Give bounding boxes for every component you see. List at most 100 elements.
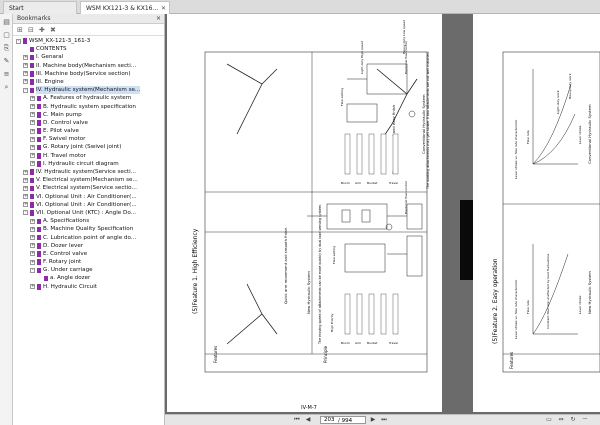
expand-icon[interactable]: +	[30, 95, 35, 101]
bookmark-item[interactable]: + E. Pilot valve	[13, 127, 164, 135]
bookmark-icon	[37, 95, 41, 102]
bookmark-item[interactable]: + VI. Optional Unit : Air Conditioner(...	[13, 201, 164, 209]
expand-icon[interactable]: +	[30, 120, 35, 126]
expand-icon[interactable]: +	[30, 251, 35, 257]
expand-icon[interactable]: +	[30, 259, 35, 265]
bookmark-item[interactable]: + B. Hydraulic system specification	[13, 103, 164, 111]
expand-icon[interactable]: +	[23, 63, 28, 69]
bookmark-item[interactable]: + E. Control valve	[13, 250, 164, 258]
bookmark-panel-icon[interactable]: ▤	[2, 18, 11, 27]
bookmark-item[interactable]: a. Angle dozer	[13, 274, 164, 282]
bookmark-item[interactable]: + F. Swivel motor	[13, 135, 164, 143]
page-number-input[interactable]: 203 / 994	[320, 416, 366, 424]
bookmark-icon	[30, 87, 34, 94]
bookmark-label: CONTENTS	[36, 46, 67, 53]
tab-bar: Start WSM KX121-3 & KX16... ✕	[0, 0, 600, 14]
bookmark-item[interactable]: - G. Under carriage	[13, 266, 164, 274]
layers-icon[interactable]: ≡	[2, 70, 11, 79]
expand-icon[interactable]: +	[30, 153, 35, 159]
collapse-icon[interactable]: -	[23, 210, 28, 216]
bookmark-label: VI. Optional Unit : Air Conditioner(...	[36, 193, 137, 200]
fit-page-icon[interactable]: ▭	[545, 416, 553, 424]
first-page-icon[interactable]: ⏮	[293, 416, 301, 424]
bookmarks-header: Bookmarks ×	[13, 14, 164, 24]
expand-icon[interactable]: +	[30, 226, 35, 232]
bookmark-item[interactable]: + I. Genaral	[13, 53, 164, 61]
tab-start[interactable]: Start	[3, 1, 77, 14]
attachment-icon[interactable]: ⎘	[2, 44, 11, 53]
bookmark-icon	[37, 103, 41, 110]
bookmark-item[interactable]: + A. Specifications	[13, 217, 164, 225]
expand-icon[interactable]: +	[23, 79, 28, 85]
collapse-icon[interactable]: -	[30, 267, 35, 273]
close-icon[interactable]: ×	[156, 14, 161, 24]
tab-document[interactable]: WSM KX121-3 & KX16... ✕	[80, 1, 170, 14]
bookmark-item[interactable]: + G. Rotary joint (Swivel joint)	[13, 143, 164, 151]
collapse-icon[interactable]: -	[23, 87, 28, 93]
bookmark-item[interactable]: + D. Control valve	[13, 119, 164, 127]
light-duty-work: Light-duty work	[556, 90, 560, 114]
new-caption: Quick arm movement and smooth finish	[283, 227, 288, 304]
expand-icon[interactable]: +	[23, 185, 28, 191]
feature2-new-system: New Hydraulic System	[587, 271, 592, 314]
expand-icon[interactable]: +	[23, 54, 28, 60]
document-view[interactable]: (5)Feature 1. High Efficiency IV-M-7 Fea…	[165, 14, 600, 414]
collapse-icon[interactable]: -	[16, 38, 21, 44]
bookmark-item[interactable]: + A. Features of hydraulic system	[13, 94, 164, 102]
expand-icon[interactable]: +	[23, 71, 28, 77]
expand-icon[interactable]: +	[23, 202, 28, 208]
feature2-title: (5)Feature 2. Easy operation	[492, 258, 499, 344]
rotate-icon[interactable]: ↻	[569, 416, 577, 424]
expand-icon[interactable]: +	[30, 128, 35, 134]
next-page-icon[interactable]: ▶	[369, 416, 377, 424]
bookmark-item[interactable]: + C. Lubrication point of angle do...	[13, 234, 164, 242]
bookmark-item[interactable]: + VI. Optional Unit : Air Conditioner(...	[13, 193, 164, 201]
bookmark-item[interactable]: - WSM_KX-121-3_161-3	[13, 37, 164, 45]
zoom-out-icon[interactable]: －	[581, 416, 589, 424]
bookmark-item[interactable]: + F. Rotary joint	[13, 258, 164, 266]
bookmark-icon	[30, 169, 34, 175]
bookmark-item[interactable]: - VII. Optional Unit (KTC) : Angle Do...	[13, 209, 164, 217]
bookmark-item[interactable]: + III. Engine	[13, 78, 164, 86]
bookmark-item[interactable]: + B. Machine Quality Specification	[13, 225, 164, 233]
expand-icon[interactable]: +	[30, 235, 35, 240]
expand-icon[interactable]: +	[30, 136, 35, 142]
bookmark-item[interactable]: + V. Electrical system(Mechanism se...	[13, 176, 164, 184]
expand-icon[interactable]: +	[30, 104, 35, 109]
expand-icon[interactable]: +	[23, 169, 28, 175]
thumbnail-icon[interactable]: ▢	[2, 31, 11, 40]
annotation-icon[interactable]: ✎	[2, 57, 11, 66]
bookmark-item[interactable]: + II. Machine body(Mechanism secti...	[13, 62, 164, 70]
search-icon[interactable]: ⌕	[2, 83, 11, 92]
bookmark-item[interactable]: + V. Electrical system(Service sectio...	[13, 184, 164, 192]
expand-icon[interactable]: +	[30, 144, 35, 150]
bookmark-item[interactable]: CONTENTS	[13, 45, 164, 53]
expand-icon[interactable]: +	[23, 194, 28, 200]
bookmark-item[interactable]: + H. Hydraulic Circuit	[13, 283, 164, 291]
last-page-icon[interactable]: ⏭	[380, 416, 388, 424]
bookmark-label: a. Angle dozer	[50, 275, 91, 282]
bookmark-label: WSM_KX-121-3_161-3	[29, 38, 91, 44]
expand-icon[interactable]: +	[30, 218, 35, 224]
expand-all-icon[interactable]: ⊞	[17, 26, 25, 34]
prev-page-icon[interactable]: ◀	[304, 416, 312, 424]
bookmark-item[interactable]: - IV. Hydraulic system(Mechanism se...	[13, 86, 164, 95]
bookmark-icon	[37, 136, 41, 143]
fit-width-icon[interactable]: ⇔	[557, 416, 565, 424]
delete-bookmark-icon[interactable]: ✖	[50, 26, 58, 34]
bookmark-icon	[23, 38, 27, 44]
add-bookmark-icon[interactable]: ✚	[39, 26, 47, 34]
expand-icon[interactable]: +	[30, 112, 35, 118]
expand-icon[interactable]: +	[30, 243, 35, 249]
bookmark-item[interactable]: + D. Dozer lever	[13, 242, 164, 250]
bookmark-item[interactable]: + H. Travel motor	[13, 152, 164, 160]
close-icon[interactable]: ✕	[161, 2, 166, 14]
collapse-all-icon[interactable]: ⊟	[28, 26, 36, 34]
bookmark-item[interactable]: + C. Main pump	[13, 111, 164, 119]
bookmark-item[interactable]: + III. Machine body(Service section)	[13, 70, 164, 78]
bookmark-item[interactable]: + I. Hydraulic circuit diagram	[13, 160, 164, 168]
bookmark-item[interactable]: + IV. Hydraulic system(Service secti...	[13, 168, 164, 176]
expand-icon[interactable]: +	[23, 177, 28, 183]
expand-icon[interactable]: +	[30, 284, 35, 290]
expand-icon[interactable]: +	[30, 161, 35, 167]
